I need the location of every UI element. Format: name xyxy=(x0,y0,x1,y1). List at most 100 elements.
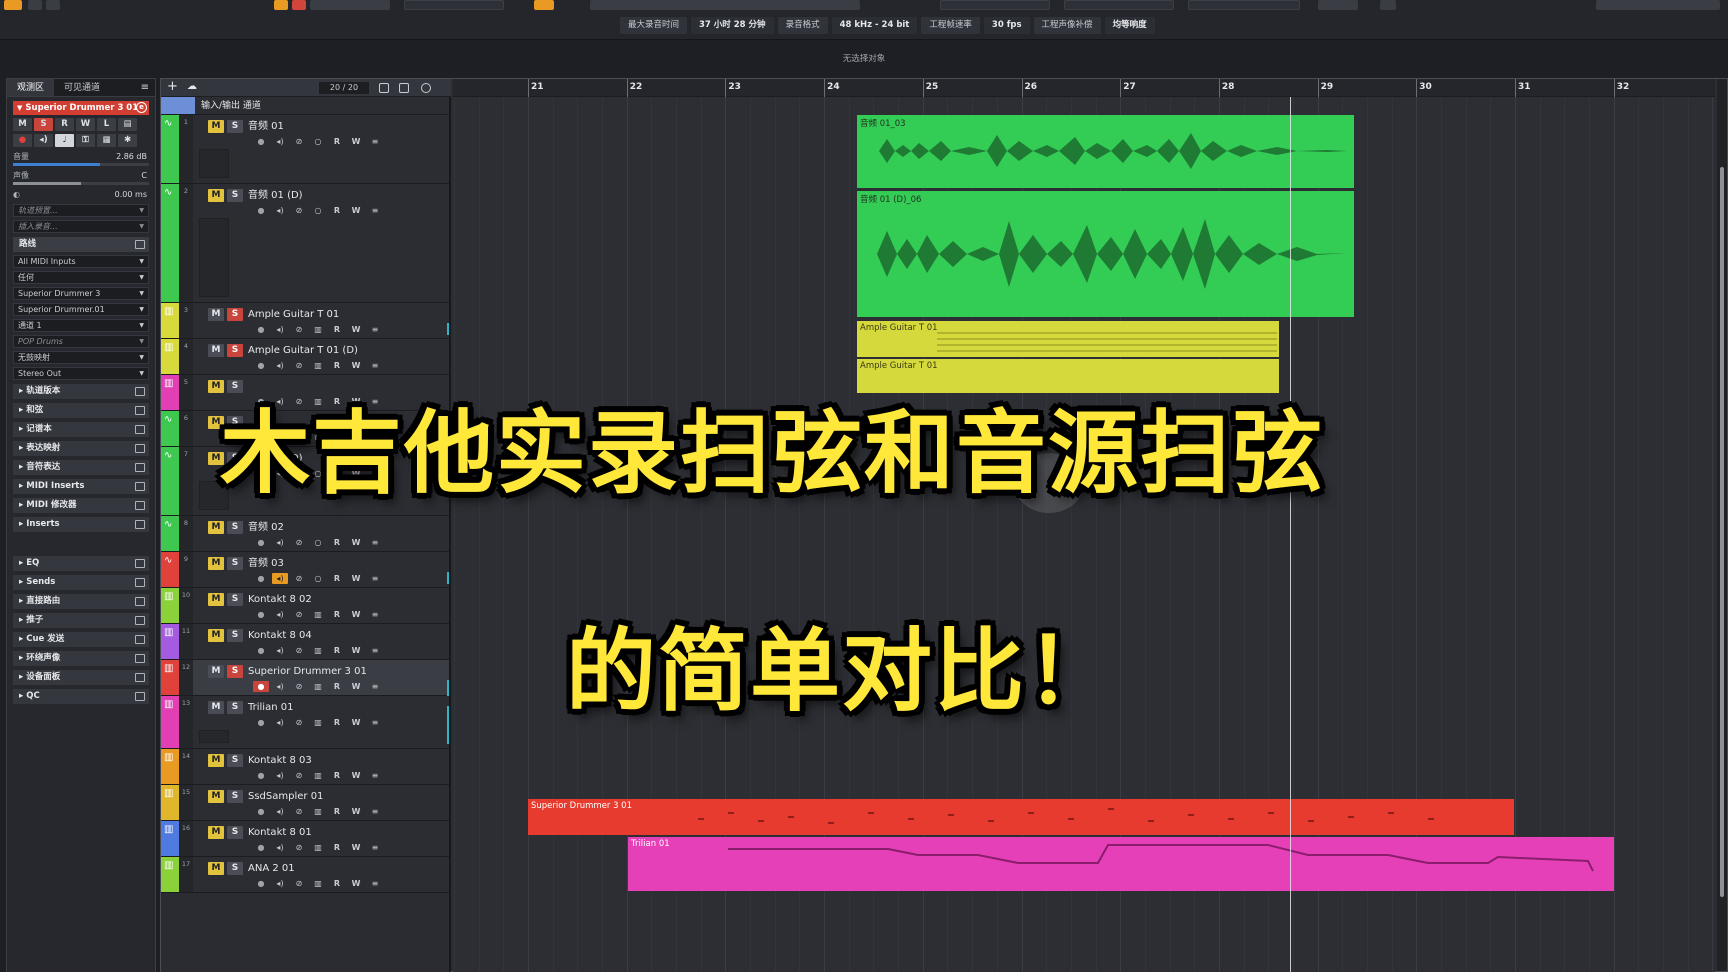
tab-inspector[interactable]: 观测区 xyxy=(7,79,55,96)
track-solo-button[interactable]: S xyxy=(227,701,243,714)
monitor-icon[interactable]: ◂) xyxy=(272,136,288,147)
edit-channel-icon[interactable]: ≡ xyxy=(367,205,383,216)
track-row[interactable]: ▥ 16 M S Kontakt 8 01 ● ◂) ⊘ ▥ R W ≡ xyxy=(161,821,449,857)
track-name[interactable]: Ample Guitar T 01 xyxy=(248,308,339,321)
track-solo-button[interactable]: S xyxy=(227,790,243,803)
monitor-icon[interactable]: ◂) xyxy=(272,645,288,656)
monitor-icon[interactable]: ◂) xyxy=(34,134,53,147)
edit-instrument-icon[interactable]: e xyxy=(136,102,147,113)
time-base-icon[interactable]: ⊘ xyxy=(291,878,307,889)
lock-icon[interactable]: ⚿ xyxy=(76,134,95,147)
write-automation-button[interactable]: W xyxy=(348,842,364,853)
edit-channel-icon[interactable]: ≡ xyxy=(367,573,383,584)
add-folder-icon[interactable]: ☁ xyxy=(187,80,197,94)
track-mute-button[interactable]: M xyxy=(208,344,224,357)
time-base-icon[interactable]: ⊘ xyxy=(291,537,307,548)
mute-button[interactable]: M xyxy=(13,118,32,131)
record-enable-icon[interactable]: ● xyxy=(253,645,269,656)
monitor-icon[interactable]: ◂) xyxy=(272,205,288,216)
lane-icon[interactable]: ○ xyxy=(310,136,326,147)
freeze-icon[interactable]: ✱ xyxy=(118,134,137,147)
monitor-icon[interactable]: ◂) xyxy=(272,681,288,692)
quantize-buttons[interactable] xyxy=(1318,0,1358,10)
lane-icon[interactable]: ○ xyxy=(310,573,326,584)
timeline-ruler[interactable]: 21 22 23 24 25 26 27 28 29 30 31 32 xyxy=(453,79,1715,97)
instrument-icon[interactable]: ▥ xyxy=(310,770,326,781)
track-solo-button[interactable]: S xyxy=(227,120,243,133)
time-base-icon[interactable]: ⊘ xyxy=(291,770,307,781)
instrument-icon[interactable]: ▥ xyxy=(310,324,326,335)
track-solo-button[interactable]: S xyxy=(227,665,243,678)
inspector-section-1[interactable]: ▸ 和弦 xyxy=(13,403,149,418)
write-automation-button[interactable]: W xyxy=(348,717,364,728)
lane-icon[interactable]: ○ xyxy=(310,205,326,216)
pan-param[interactable]: 声像 C xyxy=(13,170,149,182)
track-row[interactable]: ∿ 8 M S 音频 02 ● ◂) ⊘ ○ R W ≡ xyxy=(161,516,449,552)
track-name[interactable]: 音频 03 xyxy=(248,557,284,570)
track-name[interactable]: 音频 02 xyxy=(248,521,284,534)
track-color-strip[interactable]: ∿ xyxy=(161,552,179,587)
track-solo-button[interactable]: S xyxy=(227,754,243,767)
track-row[interactable]: ▥ 14 M S Kontakt 8 03 ● ◂) ⊘ ▥ R W ≡ xyxy=(161,749,449,785)
track-color-strip[interactable]: ▥ xyxy=(161,588,179,623)
write-automation-button[interactable]: W xyxy=(348,770,364,781)
read-automation-button[interactable]: R xyxy=(329,205,345,216)
track-mute-button[interactable]: M xyxy=(208,189,224,202)
record-enable-icon[interactable]: ● xyxy=(253,324,269,335)
read-automation-button[interactable]: R xyxy=(329,324,345,335)
record-enable-icon[interactable]: ● xyxy=(253,770,269,781)
track-count[interactable]: 20 / 20 xyxy=(319,82,369,94)
read-automation-button[interactable]: R xyxy=(329,770,345,781)
edit-channel-icon[interactable]: ≡ xyxy=(367,842,383,853)
output-routing-dropdown[interactable]: Stereo Out ▼ xyxy=(13,367,149,380)
edit-channel-icon[interactable]: ≡ xyxy=(367,717,383,728)
track-color-strip[interactable]: ▥ xyxy=(161,857,179,892)
record-enable-icon[interactable]: ● xyxy=(253,717,269,728)
time-base-icon[interactable]: ⊘ xyxy=(291,324,307,335)
record-enable-icon[interactable]: ● xyxy=(13,134,32,147)
edit-channel-icon[interactable]: ▤ xyxy=(118,118,137,131)
lane-icon[interactable]: ○ xyxy=(310,537,326,548)
time-base-icon[interactable]: ⊘ xyxy=(291,806,307,817)
drum-map-mode-dropdown[interactable]: 无鼓映射 ▼ xyxy=(13,351,149,364)
track-row[interactable]: ∿ 9 M S 音频 03 ● ◂) ⊘ ○ R W ≡ xyxy=(161,552,449,588)
track-solo-button[interactable]: S xyxy=(227,344,243,357)
track-row[interactable]: ∿ 1 M S 音频 01 ● ◂) ⊘ ○ R W ≡ xyxy=(161,115,449,184)
track-mute-button[interactable]: M xyxy=(208,593,224,606)
monitor-icon[interactable]: ◂) xyxy=(272,324,288,335)
track-solo-button[interactable]: S xyxy=(227,308,243,321)
tab-visibility[interactable]: 可见通道 xyxy=(54,79,110,96)
track-mute-button[interactable]: M xyxy=(208,308,224,321)
window-layout-buttons[interactable] xyxy=(1596,0,1720,10)
monitor-icon[interactable]: ◂) xyxy=(272,770,288,781)
track-name[interactable]: Superior Drummer 3 01 xyxy=(248,665,367,678)
track-color-strip[interactable]: ▥ xyxy=(161,821,179,856)
write-automation-button[interactable]: W xyxy=(348,609,364,620)
edit-channel-icon[interactable]: ≡ xyxy=(367,609,383,620)
inspector-section-8[interactable]: ▸ EQ xyxy=(13,556,149,571)
inspector-section-7[interactable]: ▸ Inserts xyxy=(13,517,149,532)
pan-value[interactable]: C xyxy=(141,170,147,182)
record-enable-icon[interactable]: ● xyxy=(253,537,269,548)
instrument-icon[interactable]: ▥ xyxy=(310,360,326,371)
track-mute-button[interactable]: M xyxy=(208,826,224,839)
instrument-icon[interactable]: ▥ xyxy=(310,609,326,620)
audio-event-1[interactable]: 音频 01_03 xyxy=(857,115,1354,188)
read-automation-button[interactable]: R xyxy=(329,681,345,692)
mute-toggle[interactable] xyxy=(274,0,288,10)
monitor-icon[interactable]: ◂) xyxy=(272,842,288,853)
track-row[interactable]: ▥ 4 M S Ample Guitar T 01 (D) ● ◂) ⊘ ▥ R W ≡ xyxy=(161,339,449,375)
search-icon[interactable] xyxy=(421,83,431,93)
track-mute-button[interactable]: M xyxy=(208,120,224,133)
routing-section[interactable]: 路线 xyxy=(13,237,149,252)
track-name[interactable]: Ample Guitar T 01 (D) xyxy=(248,344,358,357)
track-color-strip[interactable]: ▥ xyxy=(161,749,179,784)
record-enable-icon[interactable]: ● xyxy=(253,609,269,620)
write-automation-button[interactable]: W xyxy=(348,878,364,889)
edit-channel-icon[interactable]: ≡ xyxy=(367,136,383,147)
read-automation-button[interactable]: R xyxy=(55,118,74,131)
automation-mode-dropdown[interactable] xyxy=(404,0,504,10)
time-base-icon[interactable]: ⊘ xyxy=(291,842,307,853)
snap-toggle[interactable] xyxy=(534,0,554,10)
write-automation-button[interactable]: W xyxy=(348,537,364,548)
